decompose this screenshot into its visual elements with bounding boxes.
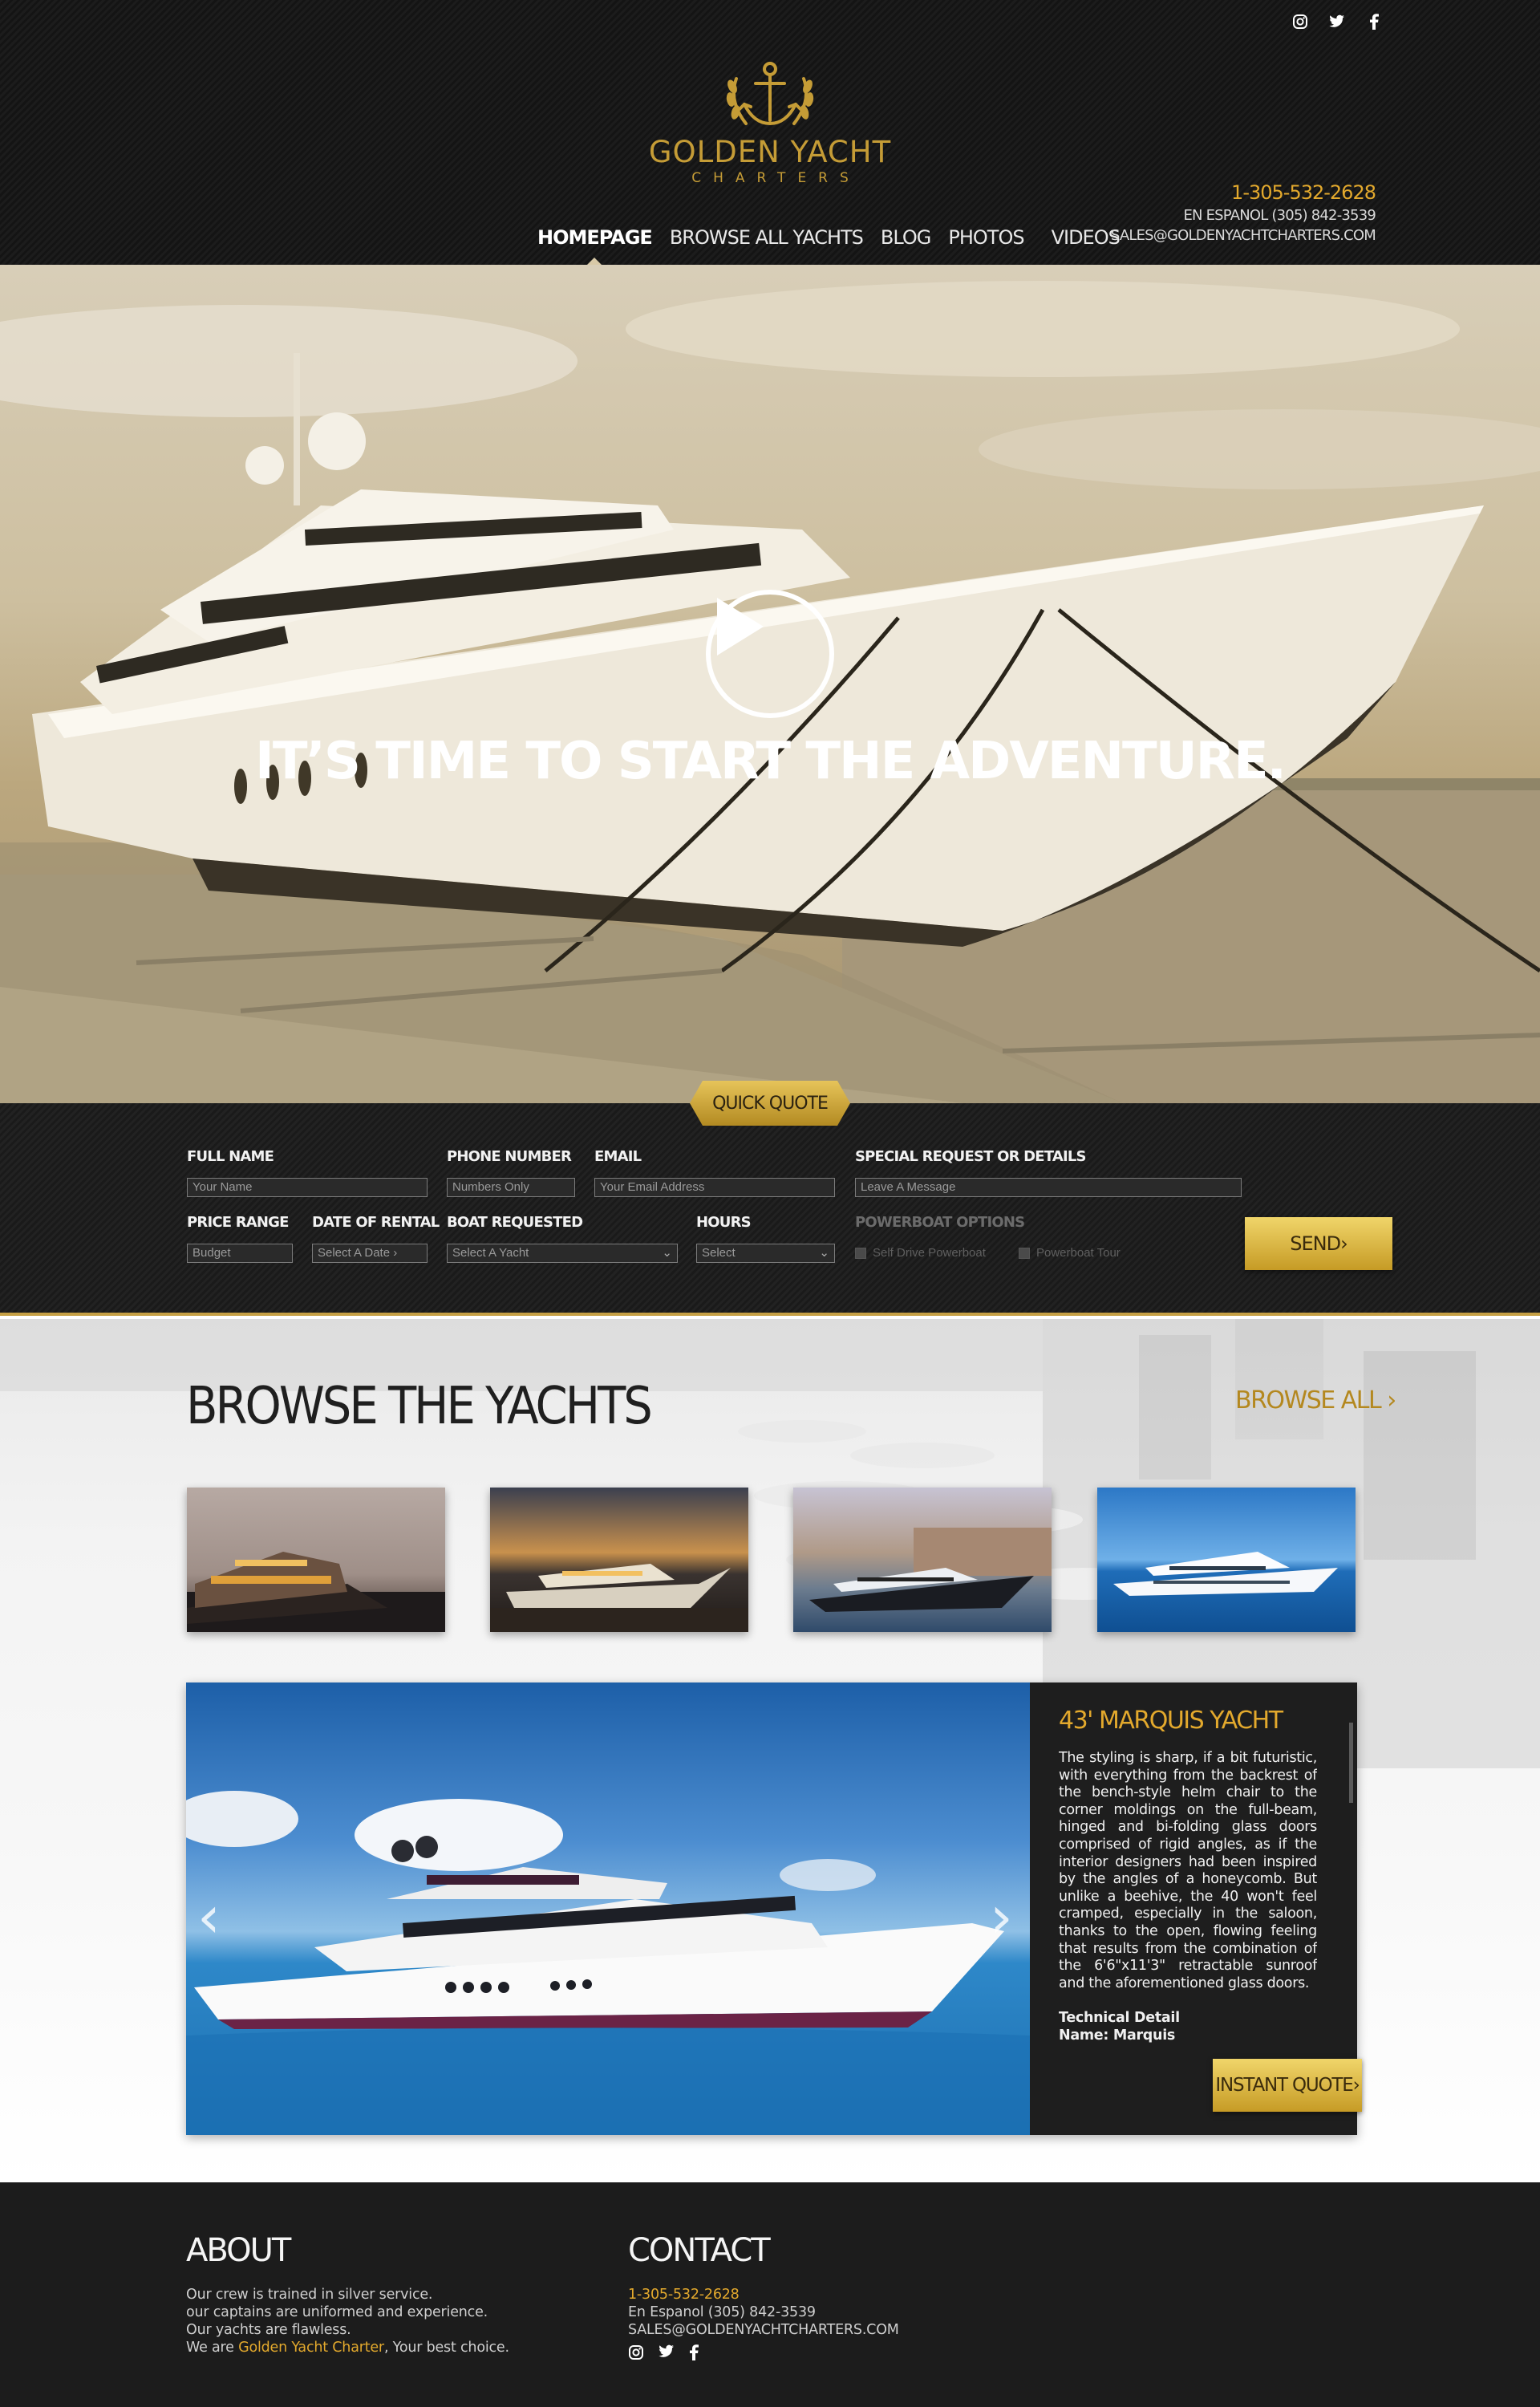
- logo[interactable]: GOLDEN YACHT CHARTERS: [626, 55, 914, 191]
- yacht-photo: [1097, 1488, 1356, 1632]
- hero-banner: IT’S TIME TO START THE ADVENTURE.: [0, 265, 1540, 1103]
- main-nav: HOMEPAGE BROWSE ALL YACHTS BLOG PHOTOS V…: [537, 226, 1137, 266]
- powerboat-options-label: POWERBOAT OPTIONS: [855, 1214, 1025, 1231]
- instagram-icon[interactable]: [1290, 11, 1311, 32]
- featured-yacht-slider: ‹ › 43' MARQUIS YACHT The styling is sha…: [186, 1682, 1357, 2135]
- checkbox[interactable]: [855, 1247, 866, 1259]
- featured-yacht-image: ‹ ›: [186, 1682, 1030, 2135]
- price-range-input[interactable]: Budget: [187, 1244, 293, 1263]
- checkbox[interactable]: [1019, 1247, 1030, 1259]
- yacht-thumbnail-1[interactable]: [187, 1488, 445, 1632]
- yacht-photo: [490, 1488, 748, 1632]
- featured-yacht-title: 43' MARQUIS YACHT: [1059, 1707, 1283, 1735]
- twitter-icon[interactable]: [1327, 11, 1348, 32]
- about-line-4-suffix: , Your best choice.: [383, 2340, 509, 2356]
- full-name-input[interactable]: Your Name: [187, 1178, 428, 1197]
- instant-quote-button[interactable]: INSTANT QUOTE›: [1213, 2059, 1362, 2112]
- facebook-icon[interactable]: [689, 2344, 699, 2364]
- self-drive-label: Self Drive Powerboat: [873, 1246, 986, 1260]
- header-phone[interactable]: 1-305-532-2628: [1111, 181, 1376, 204]
- twitter-icon[interactable]: [659, 2344, 675, 2364]
- browse-title: BROWSE THE YACHTS: [186, 1377, 653, 1436]
- footer-espanol-phone[interactable]: En Espanol (305) 842-3539: [628, 2304, 816, 2320]
- header-email[interactable]: SALES@GOLDENYACHTCHARTERS.COM: [1111, 227, 1376, 244]
- chevron-down-icon: ⌄: [819, 1246, 829, 1260]
- full-name-label: FULL NAME: [187, 1148, 274, 1165]
- play-video-button[interactable]: [706, 590, 834, 718]
- slider-next-arrow[interactable]: ›: [990, 1883, 1013, 1950]
- footer-phone[interactable]: 1-305-532-2628: [628, 2287, 740, 2303]
- social-links-top: [1290, 11, 1384, 32]
- header-contact: 1-305-532-2628 EN ESPANOL (305) 842-3539…: [1111, 181, 1376, 244]
- technical-detail-name: Name: Marquis: [1059, 2027, 1176, 2044]
- special-request-label: SPECIAL REQUEST OR DETAILS: [855, 1148, 1087, 1165]
- about-line-3: Our yachts are flawless.: [186, 2322, 351, 2338]
- hero-title: IT’S TIME TO START THE ADVENTURE.: [255, 732, 1287, 791]
- nav-blog[interactable]: BLOG: [881, 226, 931, 249]
- yacht-thumbnail-2[interactable]: [490, 1488, 748, 1632]
- quick-quote-form: QUICK QUOTE FULL NAME Your Name PHONE NU…: [0, 1081, 1540, 1316]
- quick-quote-tab[interactable]: QUICK QUOTE: [690, 1081, 850, 1126]
- browse-all-link[interactable]: BROWSE ALL ›: [1235, 1386, 1396, 1415]
- nav-photos[interactable]: PHOTOS: [948, 226, 1024, 249]
- anchor-laurel-icon: [726, 62, 814, 126]
- footer-email[interactable]: SALES@GOLDENYACHTCHARTERS.COM: [628, 2322, 899, 2338]
- nav-videos[interactable]: VIDEOS: [1052, 226, 1121, 249]
- yacht-thumbnail-3[interactable]: [793, 1488, 1052, 1632]
- header-espanol-phone[interactable]: EN ESPANOL (305) 842-3539: [1111, 207, 1376, 224]
- facebook-icon[interactable]: [1364, 11, 1384, 32]
- hours-value: Select: [702, 1246, 736, 1260]
- date-of-rental-label: DATE OF RENTAL: [312, 1214, 440, 1231]
- chevron-down-icon: ⌄: [662, 1246, 672, 1260]
- boat-requested-label: BOAT REQUESTED: [447, 1214, 583, 1231]
- about-line-2: our captains are uniformed and experienc…: [186, 2304, 488, 2320]
- powerboat-tour-label: Powerboat Tour: [1036, 1246, 1121, 1260]
- browse-yachts-section: BROWSE THE YACHTS BROWSE ALL › ‹ › 43' M…: [0, 1319, 1540, 2182]
- featured-yacht-description: The styling is sharp, if a bit futuristi…: [1059, 1750, 1317, 1991]
- yacht-thumbnail-4[interactable]: [1097, 1488, 1356, 1632]
- about-line-1: Our crew is trained in silver service.: [186, 2287, 433, 2303]
- instagram-icon[interactable]: [628, 2344, 644, 2364]
- contact-heading: CONTACT: [628, 2232, 771, 2269]
- play-icon: [717, 598, 764, 656]
- nav-browse-all-yachts[interactable]: BROWSE ALL YACHTS: [670, 226, 864, 249]
- yacht-photo: [187, 1488, 445, 1632]
- site-footer: ABOUT Our crew is trained in silver serv…: [0, 2182, 1540, 2407]
- footer-social-links: [628, 2344, 699, 2364]
- nav-homepage[interactable]: HOMEPAGE: [537, 226, 653, 266]
- logo-title: GOLDEN YACHT: [648, 135, 892, 169]
- description-scrollbar[interactable]: [1349, 1723, 1353, 1803]
- date-of-rental-input[interactable]: Select A Date ›: [312, 1244, 428, 1263]
- boat-requested-value: Select A Yacht: [452, 1246, 529, 1260]
- about-brand-link[interactable]: Golden Yacht Charter: [238, 2340, 384, 2356]
- phone-number-input[interactable]: Numbers Only: [447, 1178, 575, 1197]
- special-request-input[interactable]: Leave A Message: [855, 1178, 1242, 1197]
- about-heading: ABOUT: [186, 2232, 291, 2269]
- yacht-photo: [793, 1488, 1052, 1632]
- about-line-4-prefix: We are: [186, 2340, 239, 2356]
- price-range-label: PRICE RANGE: [187, 1214, 289, 1231]
- send-button[interactable]: SEND›: [1245, 1217, 1392, 1270]
- featured-yacht-description-scroll[interactable]: The styling is sharp, if a bit futuristi…: [1059, 1750, 1317, 2064]
- about-line-4: We are Golden Yacht Charter, Your best c…: [186, 2340, 509, 2356]
- yacht-photo: [186, 1791, 1030, 2135]
- phone-number-label: PHONE NUMBER: [447, 1148, 572, 1165]
- email-input[interactable]: Your Email Address: [594, 1178, 835, 1197]
- email-label: EMAIL: [594, 1148, 642, 1165]
- powerboat-tour-option[interactable]: Powerboat Tour: [1019, 1246, 1121, 1260]
- boat-requested-select[interactable]: Select A Yacht ⌄: [447, 1244, 678, 1263]
- hours-select[interactable]: Select ⌄: [696, 1244, 835, 1263]
- slider-prev-arrow[interactable]: ‹: [197, 1883, 221, 1950]
- site-header: GOLDEN YACHT CHARTERS HOMEPAGE BROWSE AL…: [0, 0, 1540, 266]
- technical-detail-heading: Technical Detail: [1059, 2010, 1180, 2027]
- hours-label: HOURS: [696, 1214, 752, 1231]
- logo-subtitle: CHARTERS: [691, 170, 861, 186]
- self-drive-powerboat-option[interactable]: Self Drive Powerboat: [855, 1246, 986, 1260]
